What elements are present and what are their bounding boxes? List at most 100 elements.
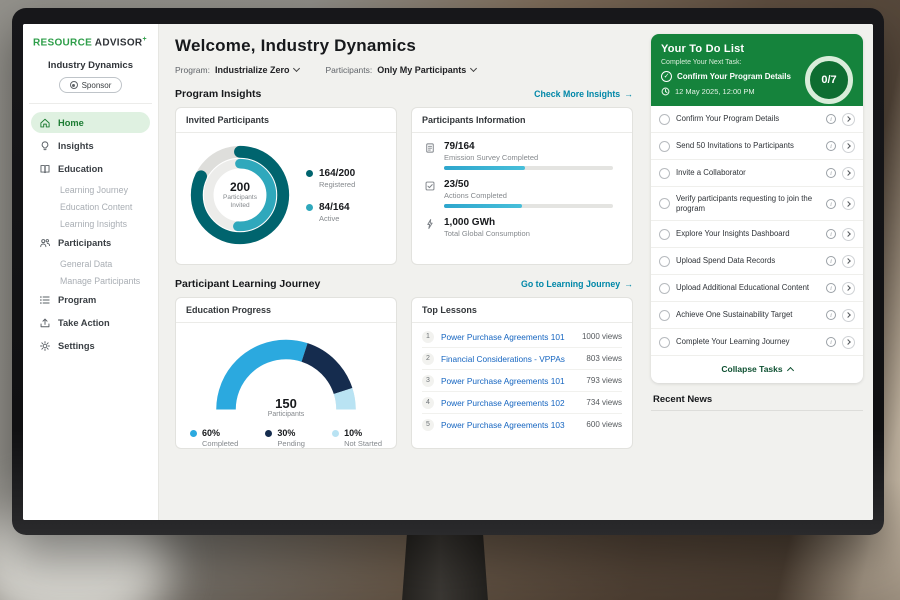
lesson-rank: 2 [422, 353, 434, 365]
task-checkbox[interactable] [659, 229, 670, 240]
sidebar-item-learning-insights[interactable]: Learning Insights [31, 215, 150, 232]
task-row[interactable]: Upload Additional Educational Content i [651, 275, 863, 302]
sponsor-badge-label: Sponsor [82, 81, 112, 90]
lesson-link[interactable]: Power Purchase Agreements 103 [441, 420, 579, 430]
sidebar-item-education-content[interactable]: Education Content [31, 198, 150, 215]
sidebar-item-take-action[interactable]: Take Action [31, 312, 150, 333]
card-title: Participants Information [412, 108, 632, 133]
task-row[interactable]: Invite a Collaborator i [651, 160, 863, 187]
collapse-tasks-button[interactable]: Collapse Tasks [651, 356, 863, 383]
chevron-right-icon[interactable] [842, 336, 855, 349]
task-checkbox[interactable] [659, 198, 670, 209]
chevron-right-icon[interactable] [842, 197, 855, 210]
participants-dropdown[interactable]: Participants: Only My Participants [325, 65, 476, 75]
legend-pending: 30% Pending [265, 428, 305, 448]
invited-participants-donut: 200 Participants Invited [186, 141, 294, 249]
task-checkbox[interactable] [659, 337, 670, 348]
emission-progress-bar [444, 166, 613, 170]
task-label: Confirm Your Program Details [676, 114, 820, 124]
lightbulb-icon [39, 140, 51, 152]
task-row[interactable]: Explore Your Insights Dashboard i [651, 221, 863, 248]
info-icon[interactable]: i [826, 283, 836, 293]
info-icon[interactable]: i [826, 114, 836, 124]
chevron-right-icon[interactable] [842, 113, 855, 126]
main-content: Welcome, Industry Dynamics Program: Indu… [159, 24, 645, 520]
lesson-row: 3 Power Purchase Agreements 101 793 view… [422, 370, 622, 392]
lesson-link[interactable]: Power Purchase Agreements 101 [441, 332, 575, 342]
info-icon[interactable]: i [826, 310, 836, 320]
chevron-right-icon[interactable] [842, 167, 855, 180]
chevron-down-icon [470, 65, 477, 72]
education-progress-gauge: 150 Participants [211, 333, 361, 420]
arrow-right-icon: → [624, 89, 633, 99]
sidebar: RESOURCE ADVISOR+ Industry Dynamics Spon… [23, 24, 159, 520]
list-icon [39, 294, 51, 306]
task-checkbox[interactable] [659, 283, 670, 294]
sidebar-item-program[interactable]: Program [31, 289, 150, 310]
recent-news-divider [651, 410, 863, 411]
check-more-insights-link[interactable]: Check More Insights → [534, 89, 633, 99]
sidebar-item-settings[interactable]: Settings [31, 335, 150, 356]
task-row[interactable]: Send 50 Invitations to Participants i [651, 133, 863, 160]
task-checkbox[interactable] [659, 310, 670, 321]
task-row[interactable]: Confirm Your Program Details i [651, 106, 863, 133]
task-row[interactable]: Achieve One Sustainability Target i [651, 302, 863, 329]
program-dropdown[interactable]: Program: Industrialize Zero [175, 65, 299, 75]
gauge-center-value: 150 [211, 396, 361, 411]
chevron-right-icon[interactable] [842, 255, 855, 268]
legend-dot [306, 204, 313, 211]
task-row[interactable]: Verify participants requesting to join t… [651, 187, 863, 221]
sidebar-item-general-data[interactable]: General Data [31, 255, 150, 272]
info-icon[interactable]: i [826, 199, 836, 209]
todo-header: Your To Do List Complete Your Next Task:… [651, 34, 863, 106]
legend-dot [190, 430, 197, 437]
task-checkbox[interactable] [659, 168, 670, 179]
chevron-right-icon[interactable] [842, 140, 855, 153]
info-icon[interactable]: i [826, 168, 836, 178]
logo-plus: + [142, 36, 146, 43]
sidebar-item-participants[interactable]: Participants [31, 232, 150, 253]
lesson-views: 793 views [586, 376, 622, 385]
person-icon [70, 81, 78, 89]
education-progress-card: Education Progress 150 Participants [175, 297, 397, 449]
chevron-right-icon[interactable] [842, 309, 855, 322]
task-checkbox[interactable] [659, 256, 670, 267]
chevron-right-icon[interactable] [842, 228, 855, 241]
card-title: Invited Participants [176, 108, 396, 133]
sidebar-item-education[interactable]: Education [31, 158, 150, 179]
legend-not-started: 10% Not Started [332, 428, 382, 448]
sidebar-item-manage-participants[interactable]: Manage Participants [31, 272, 150, 289]
info-icon[interactable]: i [826, 337, 836, 347]
task-row[interactable]: Complete Your Learning Journey i [651, 329, 863, 356]
sidebar-item-insights[interactable]: Insights [31, 135, 150, 156]
chevron-right-icon[interactable] [842, 282, 855, 295]
sponsor-badge[interactable]: Sponsor [59, 77, 123, 93]
lesson-row: 2 Financial Considerations - VPPAs 803 v… [422, 348, 622, 370]
info-icon[interactable]: i [826, 256, 836, 266]
lesson-views: 803 views [586, 354, 622, 363]
info-icon[interactable]: i [826, 229, 836, 239]
task-checkbox[interactable] [659, 114, 670, 125]
task-row[interactable]: Upload Spend Data Records i [651, 248, 863, 275]
lesson-link[interactable]: Power Purchase Agreements 101 [441, 376, 579, 386]
task-checkbox[interactable] [659, 141, 670, 152]
arrow-right-icon: → [624, 279, 633, 289]
sidebar-item-home[interactable]: Home [31, 112, 150, 133]
top-lessons-card: Top Lessons 1 Power Purchase Agreements … [411, 297, 633, 449]
legend-registered: 164/200 Registered [306, 168, 355, 189]
filter-bar: Program: Industrialize Zero Participants… [175, 65, 633, 75]
todo-panel: Your To Do List Complete Your Next Task:… [645, 24, 873, 520]
lesson-rank: 3 [422, 375, 434, 387]
lesson-views: 600 views [586, 420, 622, 429]
lesson-link[interactable]: Power Purchase Agreements 102 [441, 398, 579, 408]
task-label: Invite a Collaborator [676, 168, 820, 178]
sidebar-item-learning-journey[interactable]: Learning Journey [31, 181, 150, 198]
info-icon[interactable]: i [826, 141, 836, 151]
lesson-link[interactable]: Financial Considerations - VPPAs [441, 354, 579, 364]
logo-text-secondary: ADVISOR [95, 37, 143, 48]
chevron-down-icon [293, 65, 300, 72]
task-label: Send 50 Invitations to Participants [676, 141, 820, 151]
sidebar-divider [29, 103, 152, 104]
go-to-learning-journey-link[interactable]: Go to Learning Journey → [521, 279, 633, 289]
stat-emission-survey: 79/164 Emission Survey Completed [424, 141, 620, 170]
